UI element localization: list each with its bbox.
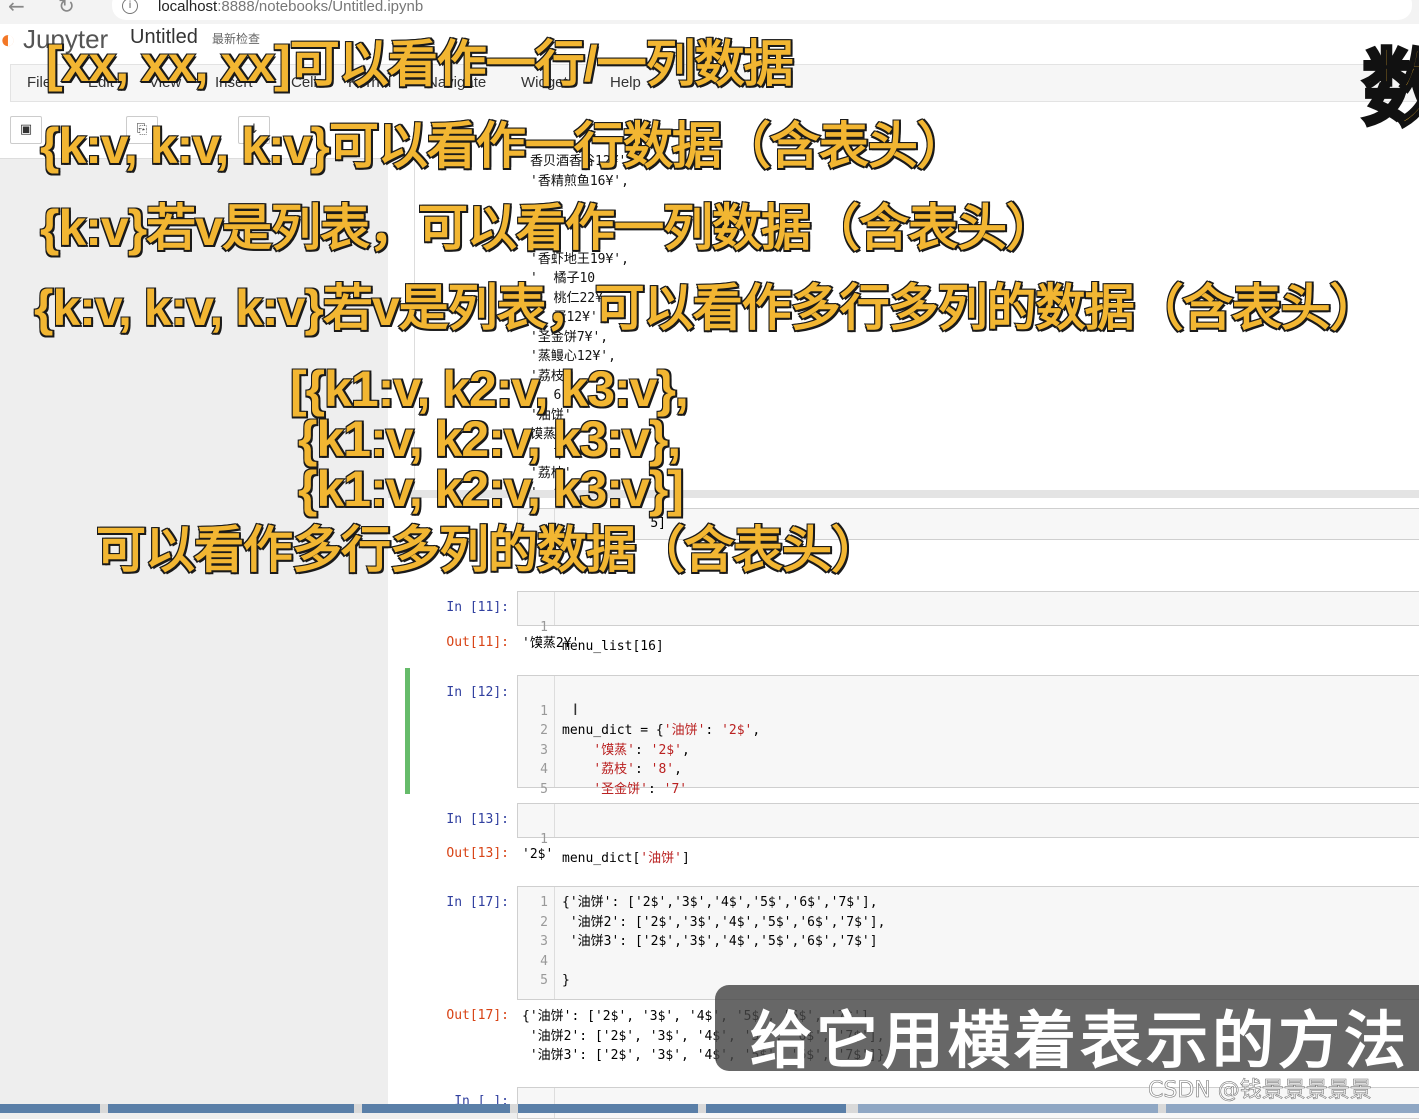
string-token: '7' xyxy=(663,781,688,797)
line-number: 5 xyxy=(540,973,548,989)
browser-address-bar: ← ↻ i localhost:8888/notebooks/Untitled.… xyxy=(0,0,1419,24)
line-number: 3 xyxy=(540,934,548,950)
line-number: 1 xyxy=(540,895,548,910)
code-lines: 1 {'油饼': ['2$','3$','4$','5$','6$','7$'],… xyxy=(518,893,1419,991)
reload-icon[interactable]: ↻ xyxy=(58,0,75,18)
url-field[interactable]: i localhost:8888/notebooks/Untitled.ipyn… xyxy=(112,0,1412,20)
code-text: '圣金饼': '7' xyxy=(562,780,687,800)
back-arrow-icon[interactable]: ← xyxy=(8,0,25,18)
url-path: :8888/notebooks/Untitled.ipynb xyxy=(217,0,424,15)
line-number: 5 xyxy=(540,781,548,797)
cell-17-out-prompt: Out[17]: xyxy=(446,1008,509,1023)
code-lines: 1 menu_dict['油饼'] xyxy=(518,810,1419,867)
jupyter-logo-mark-icon: ◐ xyxy=(0,24,16,54)
code-text: menu_dict['油饼'] xyxy=(562,849,690,869)
taskbar-item[interactable] xyxy=(518,1104,698,1113)
code-lines: 1 menu_list[16] xyxy=(518,598,1419,655)
string-token: '圣金饼' xyxy=(593,781,648,797)
code-text: '油饼3': ['2$','3$','4$','5$','6$','7$'] xyxy=(562,934,878,950)
save-icon[interactable]: ▣ xyxy=(10,116,42,144)
overlay-corner-glyph: 数 xyxy=(1360,39,1419,140)
code-text: '油饼2': ['2$','3$','4$','5$','6$','7$'], xyxy=(562,914,886,930)
string-token: '油饼' xyxy=(640,851,682,867)
site-info-icon[interactable]: i xyxy=(122,0,138,14)
code-token: ] xyxy=(681,851,690,867)
cell-11-code-input[interactable]: 1 menu_list[16] xyxy=(517,591,1419,655)
overlay-caption: {k:v}若v是列表，可以看作一列数据（含表头） xyxy=(39,199,1057,257)
code-text: {'油饼': ['2$','3$','4$','5$','6$','7$'], xyxy=(562,895,878,910)
watermark: CSDN @钱景景景景景 xyxy=(1148,1078,1372,1104)
line-number: 2 xyxy=(540,914,548,930)
cell-17-code-input[interactable]: 1 {'油饼': ['2$','3$','4$','5$','6$','7$'],… xyxy=(517,886,1419,1000)
taskbar-item[interactable] xyxy=(706,1104,846,1113)
url-text: localhost:8888/notebooks/Untitled.ipynb xyxy=(158,0,423,15)
code-line: 1 menu_dict = {'油饼': '2$', xyxy=(518,682,1419,739)
cell-13-code-input[interactable]: 1 menu_dict['油饼'] xyxy=(517,803,1419,867)
cell-11-out-prompt: Out[11]: xyxy=(446,635,509,650)
taskbar-item[interactable] xyxy=(108,1104,354,1113)
overlay-caption: [xx, xx, xx]可以看作一行/一列数据 xyxy=(45,35,795,93)
overlay-caption: {k:v, k:v, k:v}若v是列表，可以看作多行多列的数据（含表头） xyxy=(33,279,1381,337)
overlay-caption: 可以看作多行多列的数据（含表头） xyxy=(95,521,882,579)
code-token: : xyxy=(647,781,664,797)
code-line: 1 menu_list[16] xyxy=(518,598,1419,655)
cell-12-in-prompt: In [12]: xyxy=(446,685,509,700)
code-line: 3 '荔枝': '8', xyxy=(518,721,1419,778)
video-subtitle: 给它用横着表示的方法 xyxy=(750,1004,1411,1077)
taskbar-item[interactable] xyxy=(362,1104,510,1113)
text-cursor-icon: I xyxy=(573,700,578,719)
cell-13-output: '2$' xyxy=(522,847,554,862)
taskbar-item[interactable] xyxy=(1166,1104,1419,1113)
code-line: 3 '油饼3': ['2$','3$','4$','5$','6$','7$'] xyxy=(518,932,1419,952)
url-host: localhost xyxy=(158,0,218,15)
code-line: 2 '油饼2': ['2$','3$','4$','5$','6$','7$']… xyxy=(518,913,1419,933)
code-lines: 1 menu_dict = {'油饼': '2$', 2 '馍蒸': '2$',… xyxy=(518,682,1419,817)
line-gutter xyxy=(518,1088,555,1118)
line-number: 4 xyxy=(540,953,548,969)
code-line: 2 '馍蒸': '2$', xyxy=(518,702,1419,758)
cell-11-in-prompt: In [11]: xyxy=(446,600,509,615)
cell-17-in-prompt: In [17]: xyxy=(446,895,509,910)
code-token: menu_dict[ xyxy=(562,851,641,867)
overlay-caption: {k:v, k:v, k:v}可以看作一行数据（含表头） xyxy=(39,117,968,175)
code-line: 4 xyxy=(518,952,1419,972)
code-line: 4 '圣金饼': '7' xyxy=(518,741,1419,797)
cell-11-output: '馍蒸2¥' xyxy=(522,636,580,651)
code-text: } xyxy=(562,973,570,989)
cell-13-in-prompt: In [13]: xyxy=(446,812,509,827)
cell-12-code-input[interactable]: 1 menu_dict = {'油饼': '2$', 2 '馍蒸': '2$',… xyxy=(517,675,1419,817)
code-line: 1 menu_dict['油饼'] xyxy=(518,810,1419,867)
taskbar-item[interactable] xyxy=(858,1104,1158,1113)
cell-13-out-prompt: Out[13]: xyxy=(446,846,509,861)
code-line: 5 } xyxy=(518,760,1419,817)
taskbar-item[interactable] xyxy=(0,1104,100,1113)
code-line: 1 {'油饼': ['2$','3$','4$','5$','6$','7$'], xyxy=(518,893,1419,913)
